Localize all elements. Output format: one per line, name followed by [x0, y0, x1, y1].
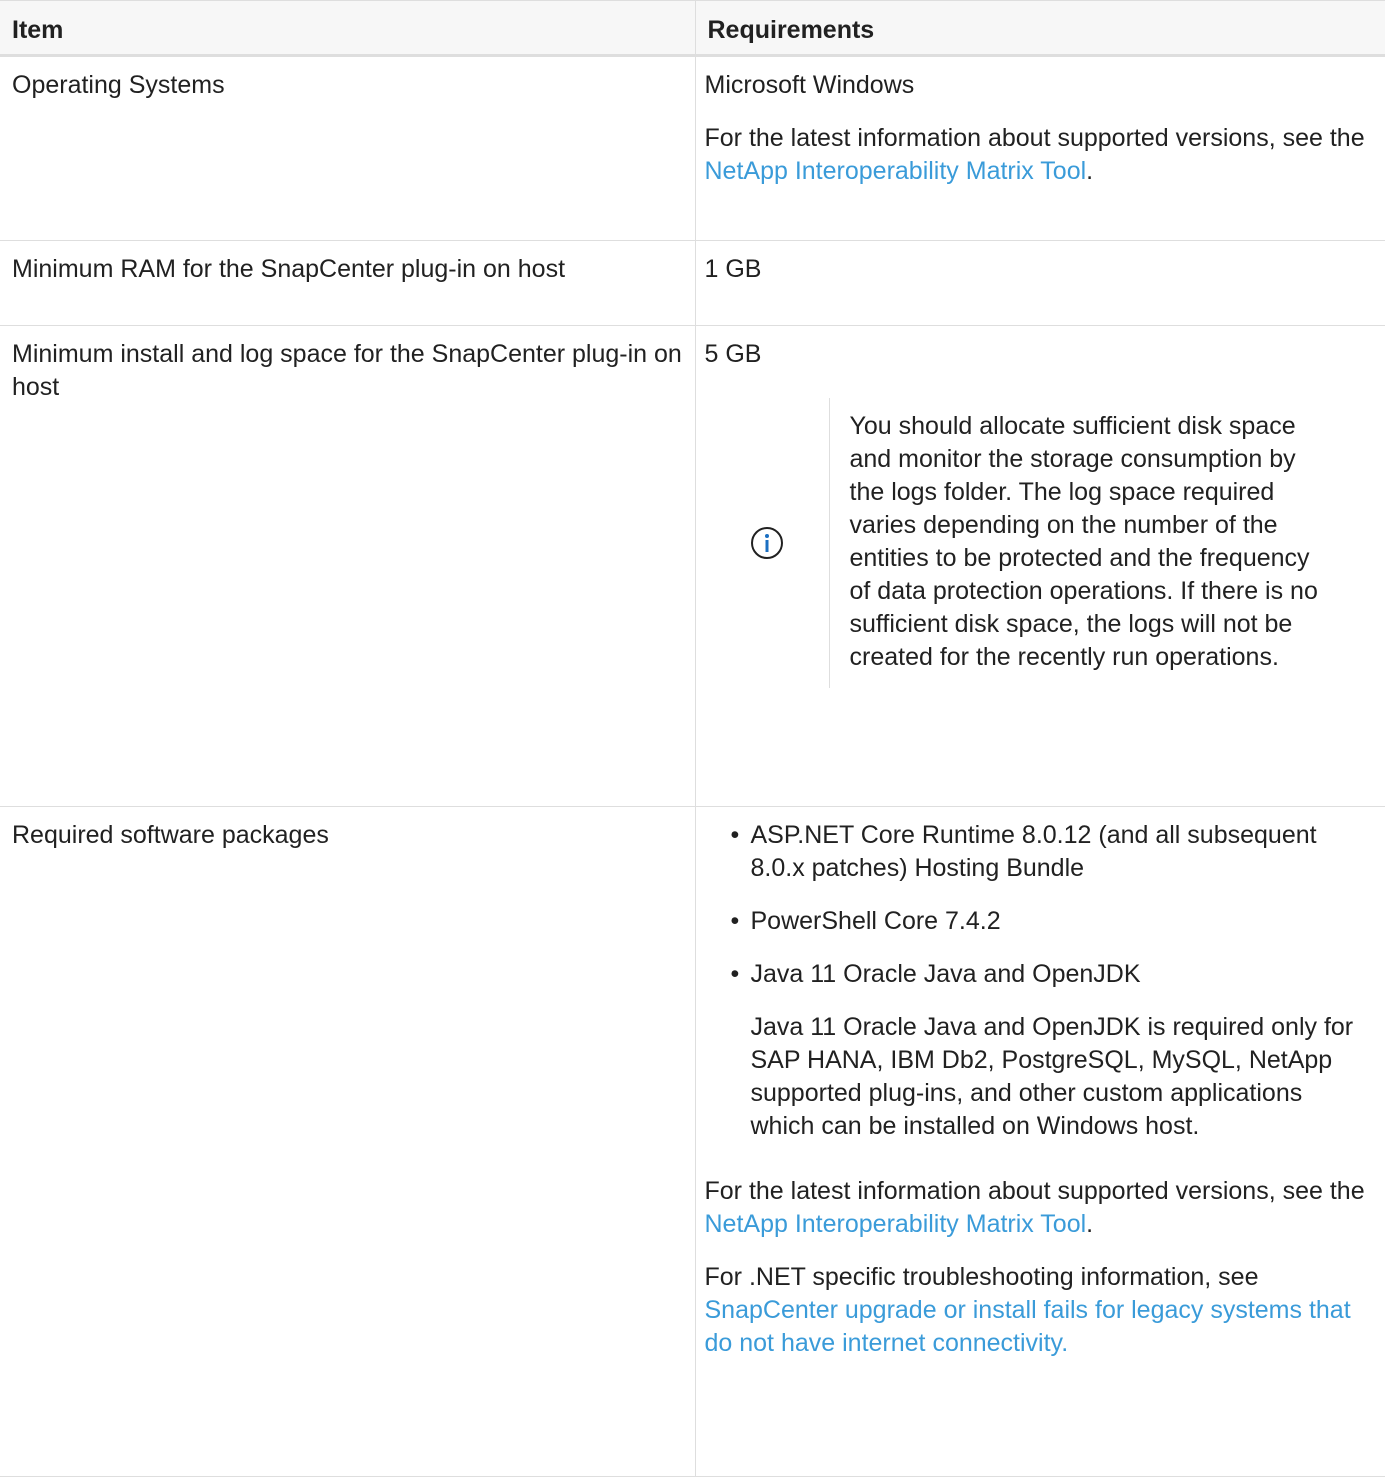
item-label: Required software packages	[12, 821, 329, 849]
info-note: You should allocate sufficient disk spac…	[705, 391, 1366, 705]
table-header: Item Requirements	[0, 0, 1385, 57]
ram-value: 1 GB	[704, 255, 762, 283]
package-list: ASP.NET Core Runtime 8.0.12 (and all sub…	[705, 819, 1366, 991]
java-note: Java 11 Oracle Java and OpenJDK is requi…	[750, 1013, 1354, 1140]
requirements-cell: 1 GB	[694, 240, 1385, 326]
os-value: Microsoft Windows	[704, 71, 915, 99]
item-label: Minimum install and log space for the Sn…	[12, 340, 682, 401]
table-row: Minimum RAM for the SnapCenter plug-in o…	[0, 240, 1385, 326]
note-text: You should allocate sufficient disk spac…	[849, 412, 1318, 671]
item-label: Operating Systems	[12, 71, 225, 99]
list-item: Java 11 Oracle Java and OpenJDK	[731, 958, 1366, 991]
column-header-item: Item	[0, 0, 696, 57]
os-latest-period: .	[1086, 157, 1094, 185]
note-icon-cell	[705, 398, 830, 688]
item-cell: Minimum RAM for the SnapCenter plug-in o…	[0, 240, 696, 326]
requirements-table: Item Requirements Operating Systems Micr…	[0, 0, 1385, 1477]
table-row: Minimum install and log space for the Sn…	[0, 325, 1385, 807]
requirements-cell: Microsoft Windows For the latest informa…	[694, 55, 1385, 241]
item-cell: Required software packages	[0, 806, 696, 1477]
packages-latest-text: For the latest information about support…	[704, 1177, 1365, 1205]
net-troubleshooting-info: For .NET specific troubleshooting inform…	[705, 1261, 1366, 1360]
list-item: PowerShell Core 7.4.2	[731, 905, 1366, 938]
requirements-cell: 5 GB You should allocate sufficient disk…	[694, 325, 1385, 807]
info-circle-icon	[750, 527, 783, 559]
packages-latest-info: For the latest information about support…	[705, 1175, 1366, 1241]
item-label: Minimum RAM for the SnapCenter plug-in o…	[12, 255, 566, 283]
interoperability-matrix-link[interactable]: NetApp Interoperability Matrix Tool	[705, 157, 1087, 185]
item-cell: Operating Systems	[0, 55, 696, 241]
disk-space-value: 5 GB	[704, 340, 762, 368]
net-troubleshooting-text: For .NET specific troubleshooting inform…	[704, 1263, 1259, 1291]
packages-latest-period: .	[1086, 1210, 1094, 1238]
header-row: Item Requirements	[0, 0, 1385, 57]
table-row: Operating Systems Microsoft Windows For …	[0, 55, 1385, 241]
item-cell: Minimum install and log space for the Sn…	[0, 325, 696, 807]
os-latest-info: For the latest information about support…	[705, 122, 1366, 188]
list-item: ASP.NET Core Runtime 8.0.12 (and all sub…	[731, 819, 1366, 885]
os-latest-text: For the latest information about support…	[704, 124, 1365, 152]
column-header-requirements: Requirements	[694, 0, 1385, 57]
requirements-cell: ASP.NET Core Runtime 8.0.12 (and all sub…	[694, 806, 1385, 1477]
snapcenter-legacy-install-link[interactable]: SnapCenter upgrade or install fails for …	[705, 1296, 1351, 1357]
table-row: Required software packages ASP.NET Core …	[0, 806, 1385, 1477]
interoperability-matrix-link[interactable]: NetApp Interoperability Matrix Tool	[705, 1210, 1087, 1238]
